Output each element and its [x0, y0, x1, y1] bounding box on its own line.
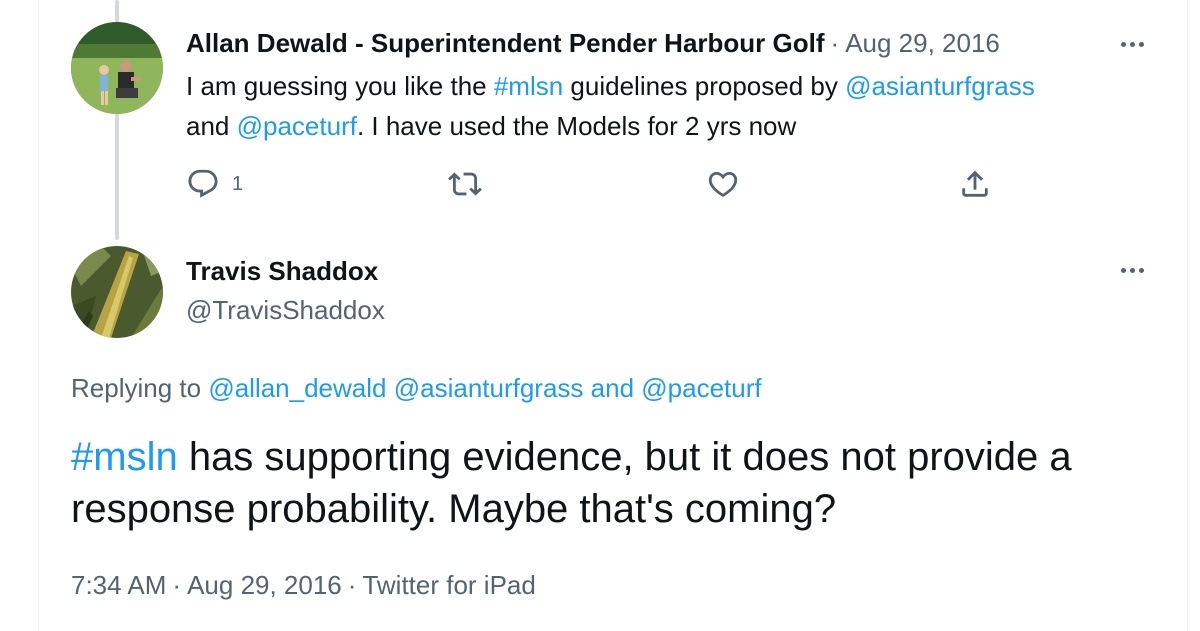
text-segment: guidelines proposed by [563, 71, 846, 101]
tweet-time[interactable]: 7:34 AM [71, 570, 166, 600]
parent-author-avatar[interactable] [71, 22, 163, 114]
text-segment: . I have used the Models for 2 yrs now [356, 111, 797, 141]
tweet-source[interactable]: Twitter for iPad [362, 570, 535, 600]
mention-link[interactable]: @asianturfgrass [394, 373, 584, 403]
tweet-metadata: 7:34 AM · Aug 29, 2016 · Twitter for iPad [71, 568, 536, 602]
more-dot-icon [1138, 267, 1144, 273]
more-dot-icon [1129, 267, 1135, 273]
header-separator: · [830, 28, 840, 58]
parent-author-name[interactable]: Allan Dewald - Superintendent Pender Har… [186, 28, 825, 58]
retweet-icon [448, 172, 482, 196]
tweet-date[interactable]: Aug 29, 2016 [187, 570, 342, 600]
parent-tweet-header: Allan Dewald - Superintendent Pender Har… [186, 26, 1000, 60]
hashtag-link[interactable]: #mlsn [494, 71, 563, 101]
mention-link[interactable]: @asianturfgrass [845, 71, 1035, 101]
more-dot-icon [1129, 41, 1135, 47]
reply-author-handle[interactable]: @TravisShaddox [186, 293, 385, 327]
timeline-border-right [1187, 0, 1188, 631]
mention-link[interactable]: @paceturf [641, 373, 761, 403]
text-segment: I am guessing you like the [186, 71, 494, 101]
more-dot-icon [1120, 267, 1126, 273]
reply-button[interactable]: 1 [186, 164, 243, 204]
more-dot-icon [1120, 41, 1126, 47]
reply-count: 1 [232, 172, 244, 195]
text-segment: has supporting evidence, but it does not… [71, 435, 1072, 531]
share-button[interactable] [958, 164, 992, 204]
reply-author-avatar[interactable] [71, 246, 163, 338]
share-icon [962, 170, 988, 197]
reply-icon [188, 169, 218, 198]
others-link[interactable]: and [583, 373, 641, 403]
retweet-button[interactable] [448, 164, 482, 204]
mention-link[interactable]: @paceturf [237, 111, 357, 141]
text-segment [387, 373, 394, 403]
parent-tweet-date[interactable]: Aug 29, 2016 [845, 28, 1000, 58]
reply-more-options-button[interactable] [1112, 258, 1152, 282]
more-dot-icon [1138, 41, 1144, 47]
meta-separator: · [172, 570, 182, 600]
parent-tweet-text: I am guessing you like the #mlsn guideli… [186, 66, 1146, 146]
replying-to-prefix: Replying to [71, 373, 209, 403]
reply-tweet-text: #msln has supporting evidence, but it do… [71, 431, 1171, 535]
meta-separator: · [347, 570, 357, 600]
reply-author-name[interactable]: Travis Shaddox [186, 254, 378, 288]
heart-icon [708, 171, 738, 197]
mention-link[interactable]: @allan_dewald [208, 373, 386, 403]
timeline-border-left [38, 0, 39, 631]
parent-more-options-button[interactable] [1112, 32, 1152, 56]
hashtag-link[interactable]: #msln [71, 435, 178, 479]
parent-action-bar: 1 [186, 164, 1006, 204]
replying-to-line: Replying to @allan_dewald @asianturfgras… [71, 371, 762, 405]
text-segment: and [186, 111, 237, 141]
like-button[interactable] [706, 164, 740, 204]
